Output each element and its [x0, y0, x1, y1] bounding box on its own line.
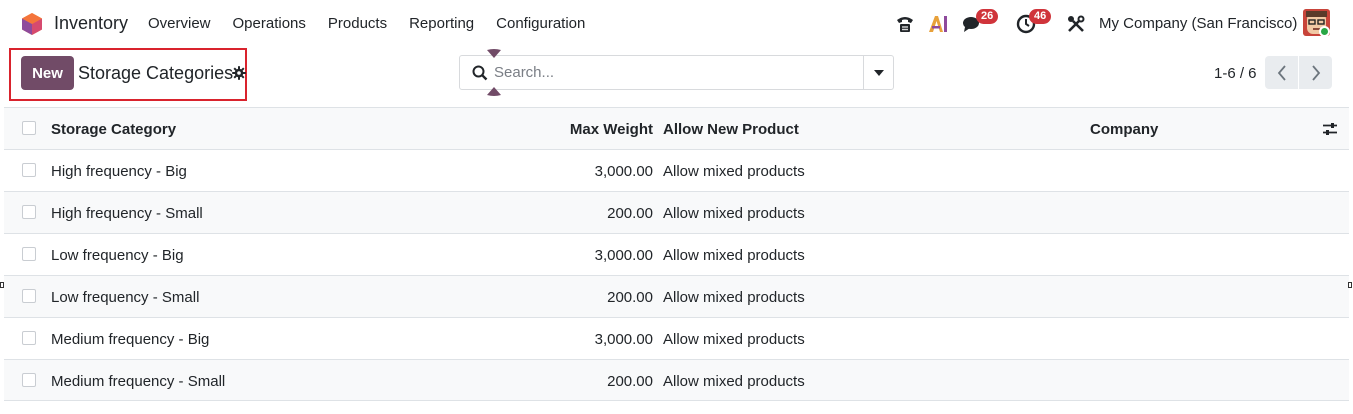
menu-item-configuration[interactable]: Configuration [496, 15, 585, 32]
new-button[interactable]: New [21, 56, 74, 90]
ai-icon[interactable] [928, 13, 950, 35]
pager-next-button[interactable] [1299, 56, 1332, 89]
cell-storage-category: High frequency - Big [51, 163, 187, 180]
cell-allow-new-product: Allow mixed products [663, 331, 805, 348]
table-row[interactable]: Low frequency - Small 200.00 Allow mixed… [4, 275, 1349, 317]
resize-handle-left[interactable] [0, 282, 4, 288]
row-checkbox[interactable] [22, 289, 36, 303]
activities-count-badge: 46 [1029, 9, 1052, 24]
cell-allow-new-product: Allow mixed products [663, 205, 805, 222]
column-header-storage-category[interactable]: Storage Category [51, 121, 176, 138]
pager-previous-button[interactable] [1265, 56, 1298, 89]
cell-max-weight: 200.00 [607, 205, 653, 222]
menu-item-operations[interactable]: Operations [233, 15, 306, 32]
table-header-row: Storage Category Max Weight Allow New Pr… [4, 107, 1349, 149]
column-header-allow-new-product[interactable]: Allow New Product [663, 121, 799, 138]
app-name[interactable]: Inventory [54, 13, 128, 34]
clock-icon[interactable]: 46 [1015, 9, 1052, 35]
row-checkbox[interactable] [22, 163, 36, 177]
drag-handle-bottom-icon[interactable] [486, 86, 502, 96]
company-switcher[interactable]: My Company (San Francisco) [1099, 15, 1297, 32]
chat-icon[interactable]: 26 [962, 9, 999, 35]
cell-storage-category: Medium frequency - Big [51, 331, 210, 348]
drag-handle-top-icon[interactable] [486, 49, 502, 59]
pager-value[interactable]: 1-6 / 6 [1214, 65, 1257, 82]
select-all-checkbox[interactable] [22, 121, 36, 135]
table-row[interactable]: Low frequency - Big 3,000.00 Allow mixed… [4, 233, 1349, 275]
menu-item-products[interactable]: Products [328, 15, 387, 32]
tools-icon[interactable] [1065, 13, 1087, 35]
table-row[interactable]: Medium frequency - Big 3,000.00 Allow mi… [4, 317, 1349, 359]
menu-item-overview[interactable]: Overview [148, 15, 211, 32]
search-icon [472, 65, 488, 81]
row-checkbox[interactable] [22, 247, 36, 261]
cell-allow-new-product: Allow mixed products [663, 373, 805, 390]
online-status-dot [1319, 26, 1330, 37]
cell-storage-category: Low frequency - Small [51, 289, 200, 306]
chevron-right-icon [1311, 64, 1320, 81]
cell-allow-new-product: Allow mixed products [663, 247, 805, 264]
cell-max-weight: 200.00 [607, 373, 653, 390]
storage-category-list: Storage Category Max Weight Allow New Pr… [4, 107, 1349, 401]
phone-icon[interactable] [894, 13, 916, 35]
optional-columns-sliders-icon[interactable] [1322, 122, 1338, 136]
cell-storage-category: Low frequency - Big [51, 247, 184, 264]
cell-storage-category: High frequency - Small [51, 205, 203, 222]
main-menu: Overview Operations Products Reporting C… [148, 15, 607, 32]
table-row[interactable]: Medium frequency - Small 200.00 Allow mi… [4, 359, 1349, 401]
inventory-app-logo-icon[interactable] [21, 12, 43, 36]
cell-max-weight: 200.00 [607, 289, 653, 306]
row-checkbox[interactable] [22, 331, 36, 345]
cell-storage-category: Medium frequency - Small [51, 373, 226, 390]
cell-max-weight: 3,000.00 [594, 247, 653, 264]
cell-allow-new-product: Allow mixed products [663, 163, 805, 180]
row-checkbox[interactable] [22, 205, 36, 219]
cell-max-weight: 3,000.00 [594, 331, 653, 348]
chevron-left-icon [1277, 64, 1286, 81]
caret-down-icon [873, 69, 884, 76]
messages-count-badge: 26 [976, 9, 999, 24]
row-checkbox[interactable] [22, 373, 36, 387]
cell-max-weight: 3,000.00 [594, 163, 653, 180]
table-row[interactable]: High frequency - Big 3,000.00 Allow mixe… [4, 149, 1349, 191]
top-navbar: Inventory Overview Operations Products R… [0, 0, 1353, 47]
control-panel: New Storage Categories 1-6 / 6 [0, 47, 1353, 107]
page-title[interactable]: Storage Categories [78, 63, 233, 84]
column-header-company[interactable]: Company [1090, 121, 1158, 138]
search-options-toggle[interactable] [863, 56, 893, 89]
cell-allow-new-product: Allow mixed products [663, 289, 805, 306]
search-bar [459, 55, 894, 90]
column-header-max-weight[interactable]: Max Weight [570, 121, 653, 138]
search-input[interactable] [494, 57, 862, 88]
menu-item-reporting[interactable]: Reporting [409, 15, 474, 32]
table-row[interactable]: High frequency - Small 200.00 Allow mixe… [4, 191, 1349, 233]
gear-icon[interactable] [232, 66, 246, 80]
resize-handle-right[interactable] [1348, 282, 1352, 288]
